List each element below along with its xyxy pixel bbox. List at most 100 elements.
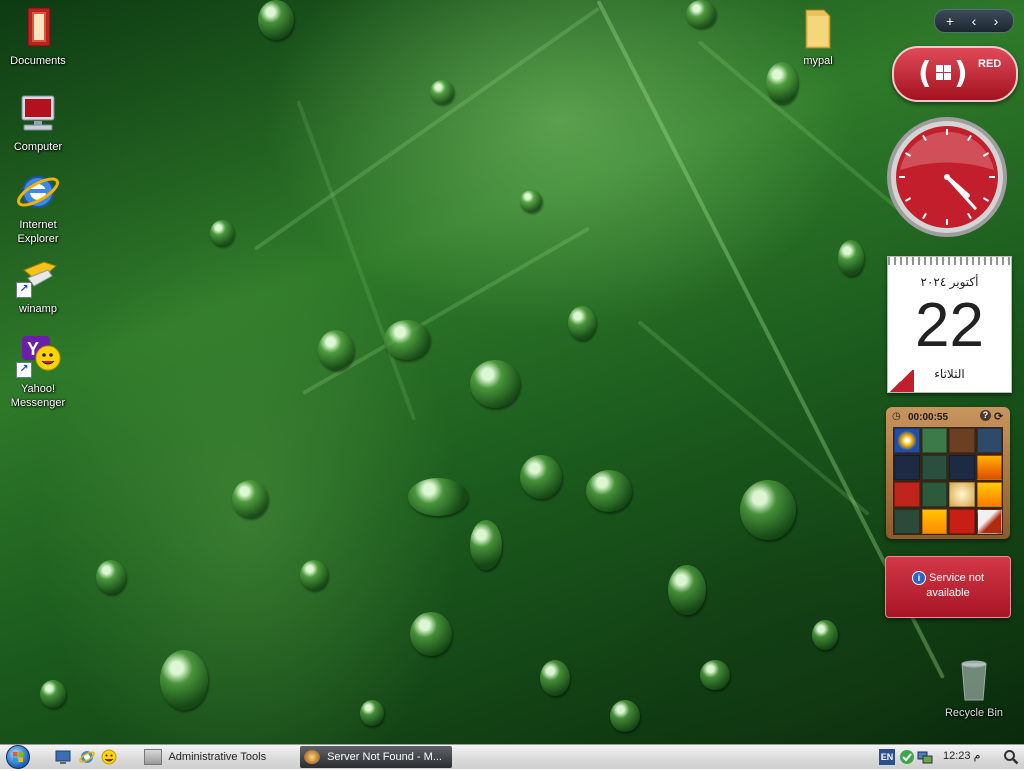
calendar-gadget[interactable]: أكتوبر ٢٠٢٤ 22 الثلاثاء (887, 256, 1012, 393)
folder-icon (794, 4, 842, 52)
water-drop (410, 612, 452, 656)
water-drop (258, 0, 294, 40)
water-drop (160, 650, 208, 710)
puzzle-tile[interactable] (976, 509, 1002, 534)
puzzle-tile[interactable] (894, 455, 920, 480)
calendar-month: أكتوبر ٢٠٢٤ (920, 275, 979, 289)
tray-clock[interactable]: 12:23 م (943, 749, 980, 762)
red-paren-left: ( (918, 56, 932, 91)
windows-logo-icon (13, 752, 23, 762)
security-center-icon[interactable] (899, 749, 915, 765)
puzzle-tile[interactable] (894, 509, 920, 534)
water-drop (430, 80, 454, 104)
internet-explorer-icon[interactable] (78, 748, 96, 766)
red-paren-right: ) (954, 56, 968, 91)
water-drop (520, 190, 542, 212)
puzzle-tile[interactable] (949, 428, 975, 453)
puzzle-tile[interactable] (976, 455, 1002, 480)
puzzle-tile[interactable] (949, 509, 975, 534)
water-drop (470, 360, 520, 408)
language-indicator[interactable]: EN (879, 749, 895, 765)
yahoo-messenger-icon[interactable] (100, 748, 118, 766)
water-drop (668, 565, 706, 615)
water-drop (384, 320, 430, 360)
desktop-icon-computer[interactable]: Computer (0, 90, 76, 154)
water-drop (470, 520, 502, 570)
water-drop (408, 478, 468, 516)
water-drop (700, 660, 730, 690)
shuffle-icon[interactable]: ⟳ (994, 410, 1003, 423)
red-label: RED (978, 58, 1002, 70)
desktop-icon-label: Computer (13, 141, 63, 153)
start-button[interactable] (6, 745, 30, 769)
puzzle-tile[interactable] (921, 428, 947, 453)
shortcut-arrow-icon: ↗ (16, 362, 32, 378)
puzzle-tile[interactable] (894, 482, 920, 507)
water-drop (40, 680, 66, 708)
picture-puzzle-gadget[interactable]: ◷ 00:00:55 ? ⟳ (886, 407, 1010, 539)
water-drop (540, 660, 570, 696)
puzzle-tile[interactable] (949, 482, 975, 507)
desktop-icon-yahoo-messenger[interactable]: Y ↗ Yahoo! Messenger (0, 332, 76, 410)
desktop-icon-label: Yahoo! Messenger (10, 383, 66, 409)
desktop-icon-winamp[interactable]: ↗ winamp (0, 252, 76, 316)
puzzle-tile[interactable] (921, 482, 947, 507)
desktop-icon-recycle-bin[interactable]: Recycle Bin (936, 656, 1012, 720)
service-line1: i Service not (886, 571, 1010, 585)
desktop-icon-label: mypal (803, 55, 833, 67)
service-line1-text: Service not (929, 571, 985, 584)
previous-page-button[interactable]: ‹ (963, 13, 985, 29)
browser-icon (304, 750, 320, 765)
water-drop (318, 330, 354, 370)
water-drop (740, 480, 796, 540)
puzzle-tile[interactable] (976, 482, 1002, 507)
taskbar: Administrative Tools Server Not Found - … (0, 744, 1024, 769)
water-drop (686, 0, 716, 28)
search-icon[interactable] (1003, 749, 1019, 765)
internet-explorer-icon (14, 168, 62, 216)
desktop-icon-label: winamp (19, 303, 57, 315)
add-gadget-button[interactable]: + (939, 13, 961, 29)
puzzle-tile[interactable] (894, 428, 920, 453)
computer-icon (14, 90, 62, 138)
task-label: Server Not Found - M... (327, 751, 442, 763)
system-tray: EN 12:23 م (879, 745, 1024, 769)
administrative-tools-icon (144, 749, 162, 766)
show-desktop-icon[interactable] (54, 748, 72, 766)
water-drop (586, 470, 632, 512)
desktop-wallpaper (0, 0, 1024, 744)
help-icon[interactable]: ? (980, 410, 991, 421)
timer-icon: ◷ (892, 411, 901, 422)
water-drop (210, 220, 234, 246)
puzzle-tile[interactable] (949, 455, 975, 480)
service-unavailable-gadget[interactable]: i Service not available (885, 556, 1011, 618)
desktop-icon-label: Recycle Bin (944, 707, 1004, 719)
shortcut-arrow-icon: ↗ (16, 282, 32, 298)
water-drop (300, 560, 328, 590)
water-drop (232, 480, 268, 518)
puzzle-tile[interactable] (921, 455, 947, 480)
desktop-icon-internet-explorer[interactable]: Internet Explorer (0, 168, 76, 246)
water-drop (838, 240, 864, 276)
yahoo-messenger-shortcut-icon: Y ↗ (14, 332, 62, 380)
windows-logo-icon (936, 65, 951, 80)
winamp-shortcut-icon: ↗ (14, 252, 62, 300)
water-drop (766, 62, 798, 104)
water-drop (520, 455, 562, 499)
network-icon[interactable] (917, 749, 933, 765)
calendar-rings (888, 257, 1011, 265)
clock-gadget[interactable] (885, 115, 1009, 239)
recycle-bin-icon (950, 656, 998, 704)
product-red-gadget[interactable]: ( ) RED (892, 46, 1018, 102)
puzzle-tile[interactable] (976, 428, 1002, 453)
desktop-icon-mypal[interactable]: mypal (780, 4, 856, 68)
puzzle-tile[interactable] (921, 509, 947, 534)
leaf-vein (302, 226, 590, 395)
task-administrative-tools[interactable]: Administrative Tools (140, 746, 294, 768)
task-browser-window[interactable]: Server Not Found - M... (300, 746, 452, 768)
task-label: Administrative Tools (168, 751, 267, 763)
documents-folder-icon (14, 4, 62, 52)
next-page-button[interactable]: › (985, 13, 1007, 29)
desktop-icon-documents[interactable]: Documents (0, 4, 76, 68)
water-drop (360, 700, 384, 726)
